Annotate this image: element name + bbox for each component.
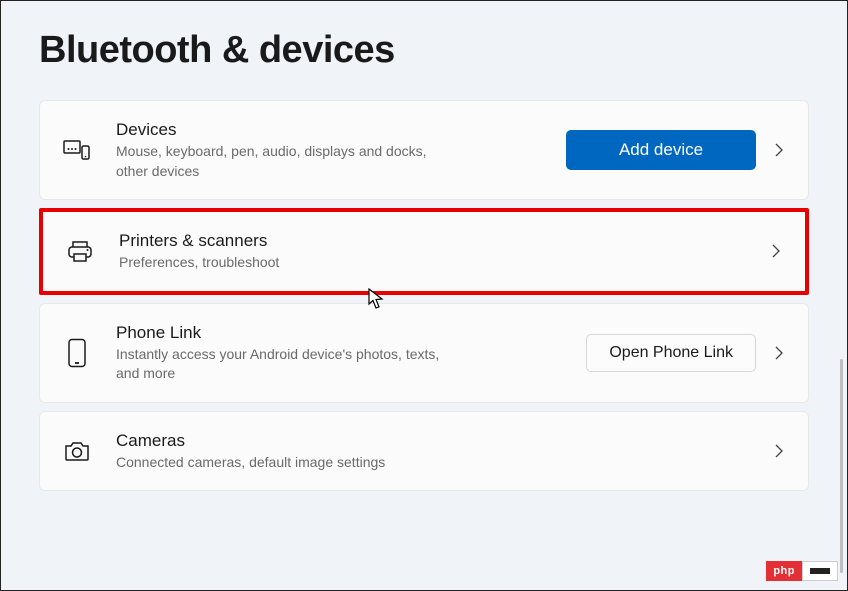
row-title: Printers & scanners [119, 230, 747, 253]
chevron-right-icon [771, 243, 781, 259]
camera-icon [62, 439, 92, 463]
row-title: Phone Link [116, 322, 562, 345]
chevron-right-icon [774, 345, 784, 361]
phone-icon [62, 338, 92, 368]
printer-icon [65, 239, 95, 263]
watermark-label: php [766, 561, 802, 581]
add-device-button[interactable]: Add device [566, 130, 756, 170]
row-printers-scanners[interactable]: Printers & scanners Preferences, trouble… [39, 208, 809, 295]
watermark: php [766, 561, 838, 581]
row-phone-link[interactable]: Phone Link Instantly access your Android… [39, 303, 809, 403]
row-subtitle: Mouse, keyboard, pen, audio, displays an… [116, 142, 456, 181]
devices-icon [62, 138, 92, 162]
row-title: Devices [116, 119, 542, 142]
scrollbar[interactable] [840, 359, 843, 573]
row-subtitle: Instantly access your Android device's p… [116, 345, 456, 384]
chevron-right-icon [774, 142, 784, 158]
chevron-right-icon [774, 443, 784, 459]
page-title: Bluetooth & devices [39, 29, 809, 72]
row-devices[interactable]: Devices Mouse, keyboard, pen, audio, dis… [39, 100, 809, 200]
watermark-tail [802, 561, 838, 581]
row-subtitle: Connected cameras, default image setting… [116, 453, 750, 473]
row-cameras[interactable]: Cameras Connected cameras, default image… [39, 411, 809, 492]
open-phone-link-button[interactable]: Open Phone Link [586, 334, 756, 372]
row-subtitle: Preferences, troubleshoot [119, 253, 459, 273]
row-title: Cameras [116, 430, 750, 453]
